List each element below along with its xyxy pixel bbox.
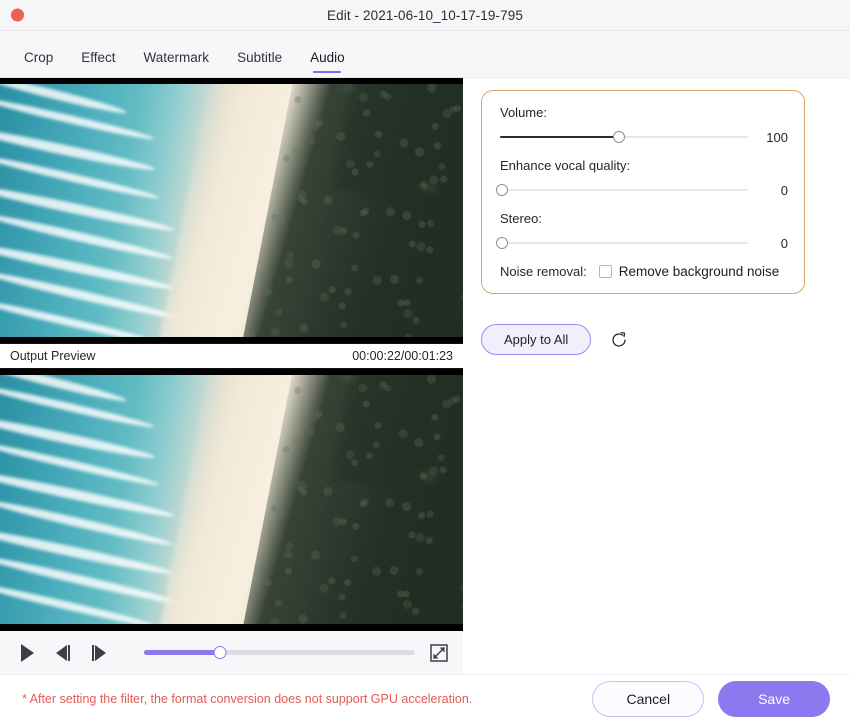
close-button[interactable] <box>11 9 24 22</box>
footer-buttons: Cancel Save <box>592 681 830 717</box>
apply-row: Apply to All <box>481 324 850 355</box>
tab-watermark[interactable]: Watermark <box>130 50 224 77</box>
timecode: 00:00:22/00:01:23 <box>352 349 453 363</box>
main-body: Output Preview 00:00:22/00:01:23 <box>0 78 850 674</box>
stereo-slider-handle[interactable] <box>496 237 508 249</box>
enhance-vocal-slider-row: 0 <box>500 182 788 198</box>
output-video-preview[interactable] <box>0 369 463 630</box>
cancel-button[interactable]: Cancel <box>592 681 704 717</box>
stereo-value: 0 <box>748 236 788 251</box>
enhance-vocal-label: Enhance vocal quality: <box>500 158 788 173</box>
tab-effect[interactable]: Effect <box>67 50 129 77</box>
noise-removal-row: Noise removal: Remove background noise <box>500 264 788 279</box>
output-preview-label: Output Preview <box>10 349 95 363</box>
beach-aerial-image-top <box>0 78 463 343</box>
volume-slider-handle[interactable] <box>613 131 625 143</box>
tab-crop[interactable]: Crop <box>10 50 67 77</box>
title-bar: Edit - 2021-06-10_10-17-19-795 <box>0 0 850 31</box>
playback-progress-slider[interactable] <box>144 644 415 662</box>
tab-subtitle[interactable]: Subtitle <box>223 50 296 77</box>
apply-to-all-button[interactable]: Apply to All <box>481 324 591 355</box>
edit-window: Edit - 2021-06-10_10-17-19-795 Crop Effe… <box>0 0 850 722</box>
gpu-warning-text: * After setting the filter, the format c… <box>22 692 472 706</box>
source-video-preview[interactable] <box>0 78 463 343</box>
preview-column: Output Preview 00:00:22/00:01:23 <box>0 78 463 674</box>
next-frame-icon[interactable] <box>86 640 112 666</box>
previous-frame-icon[interactable] <box>50 640 76 666</box>
window-title: Edit - 2021-06-10_10-17-19-795 <box>0 8 850 23</box>
enhance-vocal-slider-handle[interactable] <box>496 184 508 196</box>
beach-aerial-image-bottom <box>0 369 463 630</box>
volume-slider[interactable] <box>500 129 748 145</box>
fullscreen-icon[interactable] <box>429 643 449 663</box>
playback-progress-handle[interactable] <box>213 646 226 659</box>
volume-label: Volume: <box>500 105 788 120</box>
volume-slider-row: 100 <box>500 129 788 145</box>
footer-bar: * After setting the filter, the format c… <box>0 674 850 722</box>
stereo-label: Stereo: <box>500 211 788 226</box>
player-controls <box>0 630 463 674</box>
tab-bar: Crop Effect Watermark Subtitle Audio <box>0 31 850 78</box>
tab-audio[interactable]: Audio <box>296 50 359 77</box>
output-preview-bar: Output Preview 00:00:22/00:01:23 <box>0 343 463 369</box>
enhance-vocal-value: 0 <box>748 183 788 198</box>
audio-settings-column: Volume: 100 Enhance vocal quality: <box>463 78 850 674</box>
remove-background-noise-checkbox[interactable] <box>599 265 612 278</box>
noise-removal-label: Noise removal: <box>500 264 587 279</box>
stereo-slider[interactable] <box>500 235 748 251</box>
remove-background-noise-label[interactable]: Remove background noise <box>619 264 780 279</box>
reset-icon[interactable] <box>609 330 629 350</box>
play-icon[interactable] <box>14 640 40 666</box>
volume-value: 100 <box>748 130 788 145</box>
audio-settings-panel: Volume: 100 Enhance vocal quality: <box>481 90 805 294</box>
stereo-slider-row: 0 <box>500 235 788 251</box>
enhance-vocal-slider[interactable] <box>500 182 748 198</box>
save-button[interactable]: Save <box>718 681 830 717</box>
